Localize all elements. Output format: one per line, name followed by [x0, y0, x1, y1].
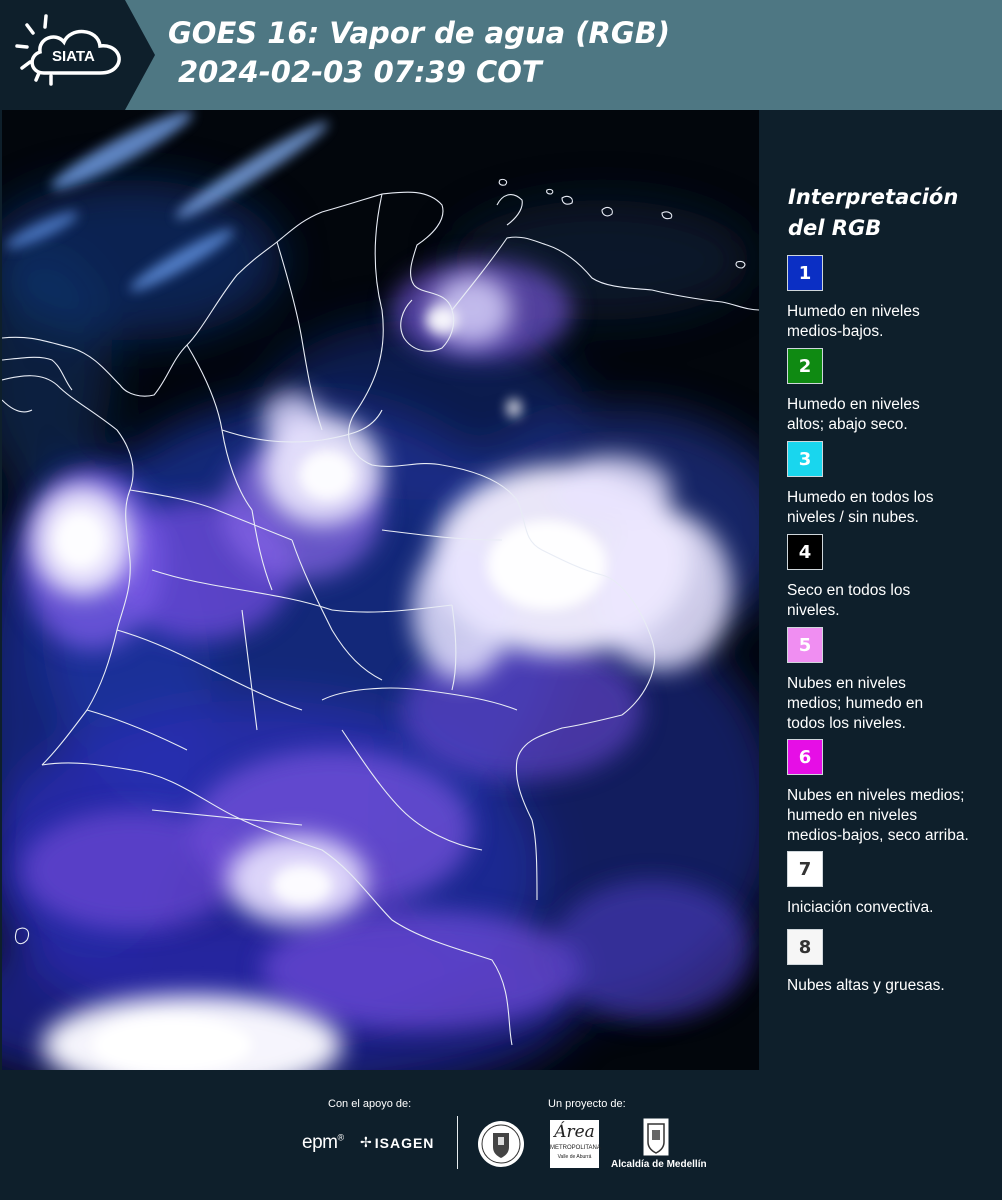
legend-swatch: 7 — [787, 851, 823, 887]
legend-description-line: Nubes en niveles medios; — [787, 787, 965, 804]
legend-description: Humedo en todos los niveles / sin nubes. — [787, 488, 997, 528]
legend-swatch: 3 — [787, 441, 823, 477]
area-logo-text: METROPOLITANA — [550, 1145, 601, 1151]
legend-description-line: niveles. — [787, 602, 840, 619]
legend-title: Interpretación del RGB — [788, 182, 958, 244]
legend-swatch: 1 — [787, 255, 823, 291]
legend-description: Nubes en niveles medios; humedo en nivele… — [787, 786, 997, 846]
legend-description-line: Humedo en niveles — [787, 303, 920, 320]
legend-item-8: 8 Nubes altas y gruesas. — [787, 929, 997, 996]
legend-description: Humedo en niveles altos; abajo seco. — [787, 395, 997, 435]
legend-title-line1: Interpretación — [788, 185, 959, 209]
legend-swatch: 6 — [787, 739, 823, 775]
project-label: Un proyecto de: — [548, 1098, 626, 1110]
legend-description-line: Seco en todos los — [787, 582, 911, 599]
satellite-map — [2, 110, 759, 1070]
legend-title-line2: del RGB — [788, 216, 882, 240]
legend-panel: Interpretación del RGB 1 Humedo en nivele… — [760, 110, 1002, 1070]
header-bar: SIATA GOES 16: Vapor de agua (RGB) 2024-… — [0, 0, 1002, 110]
logo-text: SIATA — [52, 48, 95, 65]
legend-description-line: medios-bajos, seco arriba. — [787, 827, 969, 844]
legend-item-7: 7 Iniciación convectiva. — [787, 851, 997, 918]
area-metropolitana-logo: Área METROPOLITANA Valle de Aburrá — [550, 1120, 601, 1168]
support-label: Con el apoyo de: — [328, 1098, 412, 1110]
legend-item-5: 5 Nubes en niveles medios; humedo en todos … — [787, 627, 997, 734]
legend-description: Seco en todos los niveles. — [787, 581, 997, 621]
legend-description-line: medios; humedo en — [787, 695, 924, 712]
legend-description-line: todos los niveles. — [787, 715, 906, 732]
footer: Con el apoyo de: Un proyecto de: epm® ✢ … — [0, 1070, 1002, 1200]
legend-description: Iniciación convectiva. — [787, 898, 997, 918]
legend-swatch: 8 — [787, 929, 823, 965]
legend-item-6: 6 Nubes en niveles medios; humedo en nivel… — [787, 739, 997, 846]
legend-description: Nubes altas y gruesas. — [787, 976, 997, 996]
siata-logo: SIATA — [0, 0, 155, 110]
page-title: GOES 16: Vapor de agua (RGB) — [168, 16, 671, 50]
legend-description-line: medios-bajos. — [787, 323, 884, 340]
legend-description-line: Humedo en todos los — [787, 489, 934, 506]
legend-description-line: Iniciación convectiva. — [787, 899, 934, 916]
epm-logo-text: epm — [302, 1132, 338, 1153]
legend-description: Nubes en niveles medios; humedo en todos l… — [787, 674, 997, 734]
legend-description-line: Nubes en niveles — [787, 675, 906, 692]
legend-item-2: 2 Humedo en niveles altos; abajo seco. — [787, 348, 997, 435]
legend-description: Humedo en niveles medios-bajos. — [787, 302, 997, 342]
legend-swatch: 2 — [787, 348, 823, 384]
timestamp: 2024-02-03 07:39 COT — [178, 55, 542, 89]
medellin-seal-icon — [476, 1119, 526, 1174]
isagen-logo-text: ISAGEN — [374, 1134, 435, 1151]
legend-item-4: 4 Seco en todos los niveles. — [787, 534, 997, 621]
area-logo-script: Área — [554, 1122, 595, 1142]
legend-swatch: 4 — [787, 534, 823, 570]
alcaldia-text: Alcaldía de Medellín — [611, 1159, 707, 1170]
legend-description-line: altos; abajo seco. — [787, 416, 908, 433]
legend-description-line: humedo en niveles — [787, 807, 918, 824]
legend-description-line: Humedo en niveles — [787, 396, 920, 413]
alcaldia-shield-icon — [643, 1118, 669, 1163]
legend-description-line: niveles / sin nubes. — [787, 509, 919, 526]
legend-item-1: 1 Humedo en niveles medios-bajos. — [787, 255, 997, 342]
legend-item-3: 3 Humedo en todos los niveles / sin nubes. — [787, 441, 997, 528]
isagen-icon: ✢ — [360, 1134, 372, 1150]
epm-logo: epm® — [302, 1132, 344, 1153]
legend-swatch: 5 — [787, 627, 823, 663]
isagen-logo: ✢ ISAGEN — [360, 1134, 434, 1151]
footer-divider — [457, 1116, 458, 1169]
legend-description-line: Nubes altas y gruesas. — [787, 977, 945, 994]
area-logo-subtext: Valle de Aburrá — [557, 1154, 592, 1160]
